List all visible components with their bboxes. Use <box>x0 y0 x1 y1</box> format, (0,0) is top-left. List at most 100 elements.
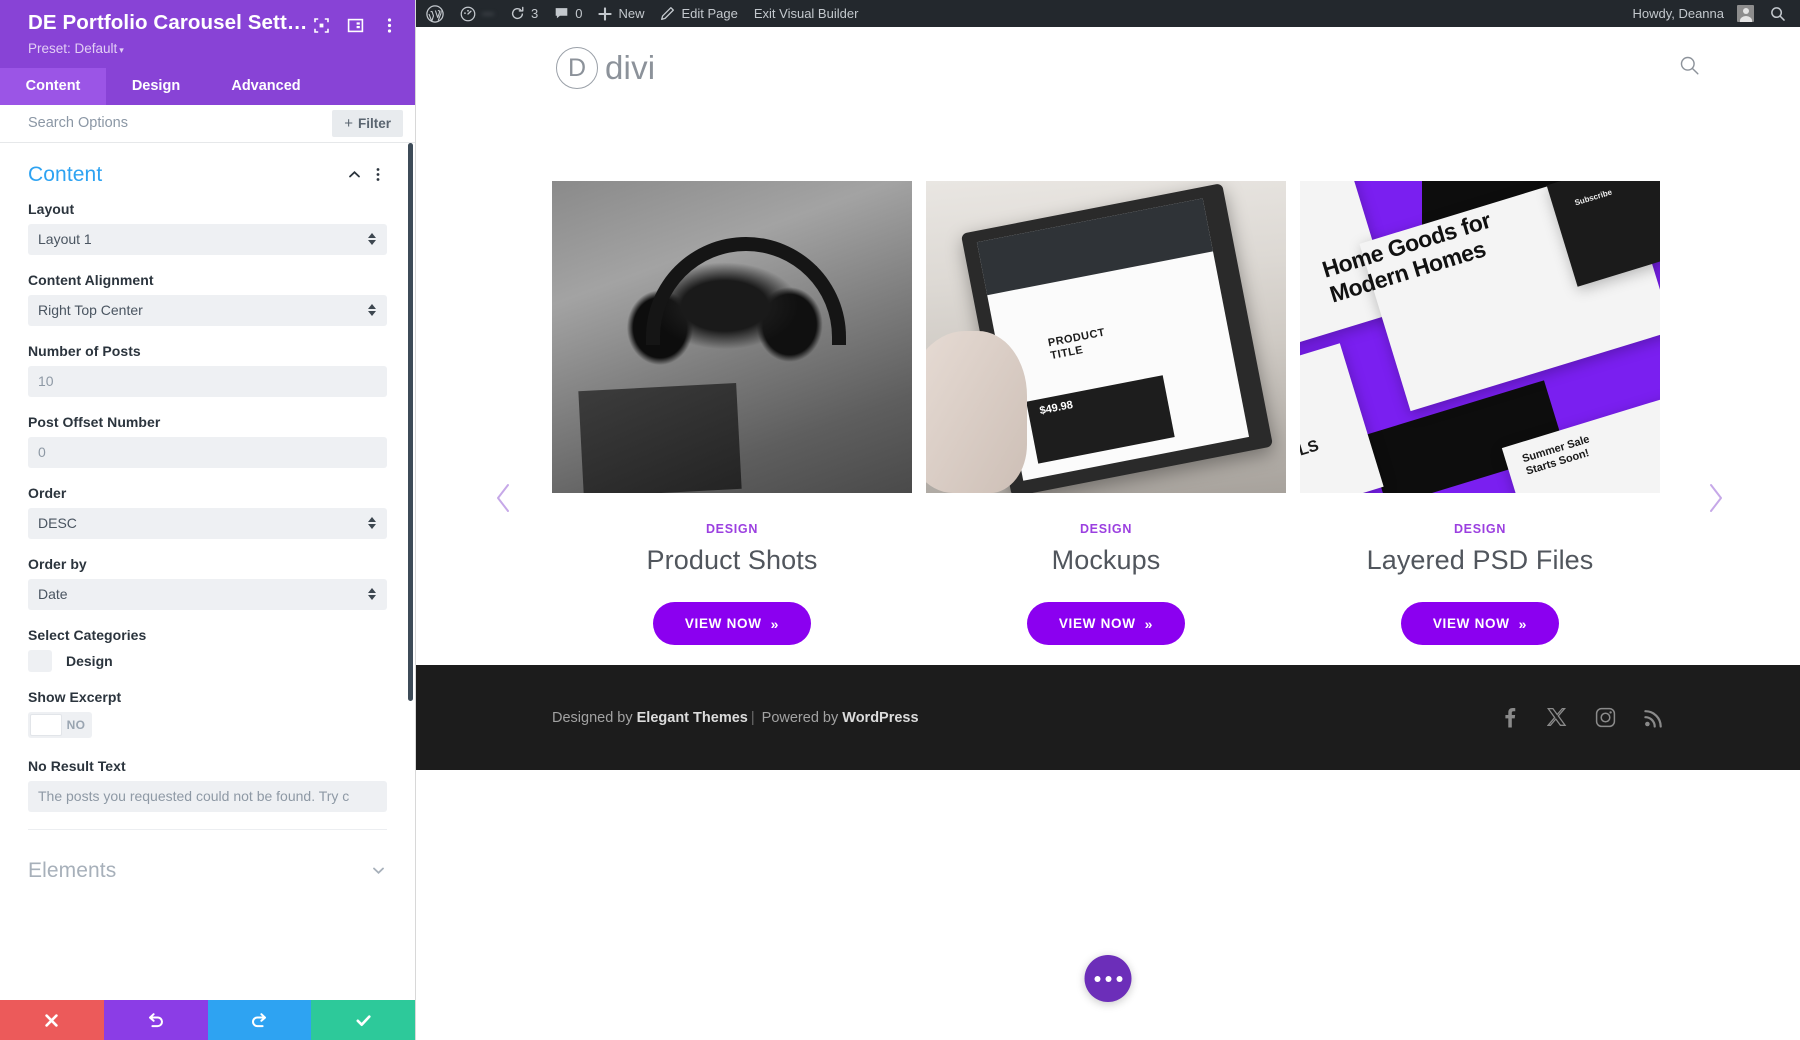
search-icon <box>1771 6 1785 21</box>
select-spinner-icon <box>368 303 377 317</box>
order-by-select-value: Date <box>38 586 68 603</box>
more-vertical-icon[interactable] <box>379 15 399 35</box>
tab-advanced[interactable]: Advanced <box>206 68 326 105</box>
admin-bar-updates[interactable]: 3 <box>502 0 546 27</box>
discard-changes-button[interactable] <box>0 1000 104 1040</box>
comments-count: 0 <box>575 6 583 21</box>
layout-toggle-icon[interactable] <box>345 15 365 35</box>
field-label-no-result-text: No Result Text <box>28 757 126 774</box>
carousel-item[interactable]: DESIGN Product Shots VIEW NOW » <box>552 181 912 645</box>
footer-social-links <box>1500 707 1664 728</box>
save-changes-button[interactable] <box>311 1000 415 1040</box>
portfolio-carousel: DESIGN Product Shots VIEW NOW » PRODUCT … <box>416 109 1800 749</box>
toggle-knob <box>30 713 62 736</box>
x-icon <box>45 1013 59 1027</box>
double-chevron-right-icon: » <box>1518 615 1528 632</box>
admin-bar-edit-page[interactable]: Edit Page <box>652 0 745 27</box>
footer-credit-prefix: Designed by <box>552 709 637 726</box>
category-option-design[interactable]: Design <box>28 649 387 672</box>
search-icon <box>1680 56 1699 75</box>
content-alignment-select[interactable]: Right Top Center <box>28 294 387 326</box>
carousel-item-title[interactable]: Layered PSD Files <box>1300 545 1660 576</box>
post-offset-number-input[interactable]: 0 <box>28 436 387 468</box>
expand-icon[interactable] <box>311 15 331 35</box>
admin-bar-site-name[interactable] <box>452 0 502 27</box>
tab-content[interactable]: Content <box>0 67 106 105</box>
carousel-item-title[interactable]: Mockups <box>926 545 1286 576</box>
tab-design[interactable]: Design <box>106 68 206 105</box>
carousel-item-title[interactable]: Product Shots <box>552 545 912 576</box>
field-label-show-excerpt: Show Excerpt <box>28 688 122 705</box>
more-options-fab[interactable] <box>1084 955 1132 1002</box>
carousel-item[interactable]: PRODUCT TITLE $49.98 DESIGN Mockups VIEW… <box>926 181 1286 645</box>
howdy-label: Howdy, Deanna <box>1632 6 1724 21</box>
section-header-elements[interactable]: Elements <box>28 855 387 897</box>
carousel-item-category[interactable]: DESIGN <box>1300 522 1660 536</box>
panel-scrollbar[interactable] <box>408 142 413 1000</box>
carousel-prev-arrow[interactable] <box>492 481 514 521</box>
field-order-by: Order by Date <box>28 556 387 610</box>
carousel-item-image[interactable] <box>552 181 912 493</box>
admin-bar-new[interactable]: New <box>590 0 652 27</box>
exit-visual-builder-label: Exit Visual Builder <box>753 6 859 21</box>
field-select-categories: Select Categories Design <box>28 627 387 672</box>
admin-bar-exit-visual-builder[interactable]: Exit Visual Builder <box>746 0 867 27</box>
edit-page-label: Edit Page <box>681 6 738 21</box>
x-twitter-icon[interactable] <box>1547 707 1567 728</box>
plus-icon <box>598 6 613 21</box>
carousel-item[interactable]: Home Goods for Modern Homes Subscribe VA… <box>1300 181 1660 645</box>
header-search-button[interactable] <box>1679 55 1700 81</box>
layout-select[interactable]: Layout 1 <box>28 223 387 255</box>
order-by-select[interactable]: Date <box>28 578 387 610</box>
search-input[interactable] <box>0 115 333 132</box>
checkbox-icon[interactable] <box>28 649 52 672</box>
section-more-icon[interactable] <box>369 166 387 184</box>
carousel-item-image[interactable]: Home Goods for Modern Homes Subscribe VA… <box>1300 181 1660 493</box>
undo-icon <box>149 1012 164 1027</box>
chevron-right-icon <box>1710 484 1722 512</box>
carousel-item-category[interactable]: DESIGN <box>552 522 912 536</box>
admin-bar-account[interactable]: Howdy, Deanna <box>1624 0 1762 27</box>
view-now-button[interactable]: VIEW NOW » <box>1400 602 1560 645</box>
preset-selector[interactable]: Preset: Default ▾ <box>28 41 311 56</box>
show-excerpt-toggle-value: NO <box>66 717 86 732</box>
view-now-button[interactable]: VIEW NOW » <box>1026 602 1186 645</box>
layout-select-value: Layout 1 <box>38 231 92 248</box>
admin-bar-wp-logo[interactable] <box>416 0 452 27</box>
facebook-icon[interactable] <box>1500 707 1519 728</box>
admin-bar-search[interactable] <box>1762 0 1800 27</box>
check-icon <box>356 1014 371 1026</box>
module-settings-panel: DE Portfolio Carousel Setti… Preset: Def… <box>0 0 416 1040</box>
footer-credit-cms[interactable]: WordPress <box>842 710 918 726</box>
rss-icon[interactable] <box>1644 707 1664 728</box>
tablet-price: $49.98 <box>1038 399 1074 418</box>
select-spinner-icon <box>368 232 377 246</box>
field-number-of-posts: Number of Posts 10 <box>28 343 387 397</box>
chevron-up-icon[interactable] <box>345 166 363 184</box>
updates-count: 3 <box>531 6 539 21</box>
footer-credit-brand[interactable]: Elegant Themes <box>637 710 748 726</box>
double-chevron-right-icon: » <box>770 615 780 632</box>
psd-layouts-photo: Home Goods for Modern Homes Subscribe VA… <box>1300 181 1660 493</box>
section-header-content[interactable]: Content <box>28 143 387 201</box>
chevron-left-icon <box>497 484 509 512</box>
panel-scrollbar-thumb[interactable] <box>408 142 413 701</box>
filter-button[interactable]: + Filter <box>332 109 403 137</box>
no-result-text-input[interactable]: The posts you requested could not be fou… <box>28 780 387 812</box>
instagram-icon[interactable] <box>1595 707 1616 728</box>
settings-panel-titlebar: DE Portfolio Carousel Setti… Preset: Def… <box>0 0 415 68</box>
undo-button[interactable] <box>103 1000 208 1040</box>
carousel-track: DESIGN Product Shots VIEW NOW » PRODUCT … <box>416 181 1800 645</box>
field-post-offset-number: Post Offset Number 0 <box>28 414 387 468</box>
carousel-item-image[interactable]: PRODUCT TITLE $49.98 <box>926 181 1286 493</box>
redo-button[interactable] <box>207 1000 312 1040</box>
chevron-down-icon[interactable] <box>369 862 387 880</box>
order-select[interactable]: DESC <box>28 507 387 539</box>
admin-bar-comments[interactable]: 0 <box>546 0 590 27</box>
show-excerpt-toggle[interactable]: NO <box>28 711 92 738</box>
view-now-button[interactable]: VIEW NOW » <box>652 602 812 645</box>
divi-logo[interactable]: D divi <box>556 47 655 89</box>
carousel-item-category[interactable]: DESIGN <box>926 522 1286 536</box>
number-of-posts-input[interactable]: 10 <box>28 365 387 397</box>
carousel-next-arrow[interactable] <box>1705 481 1727 521</box>
